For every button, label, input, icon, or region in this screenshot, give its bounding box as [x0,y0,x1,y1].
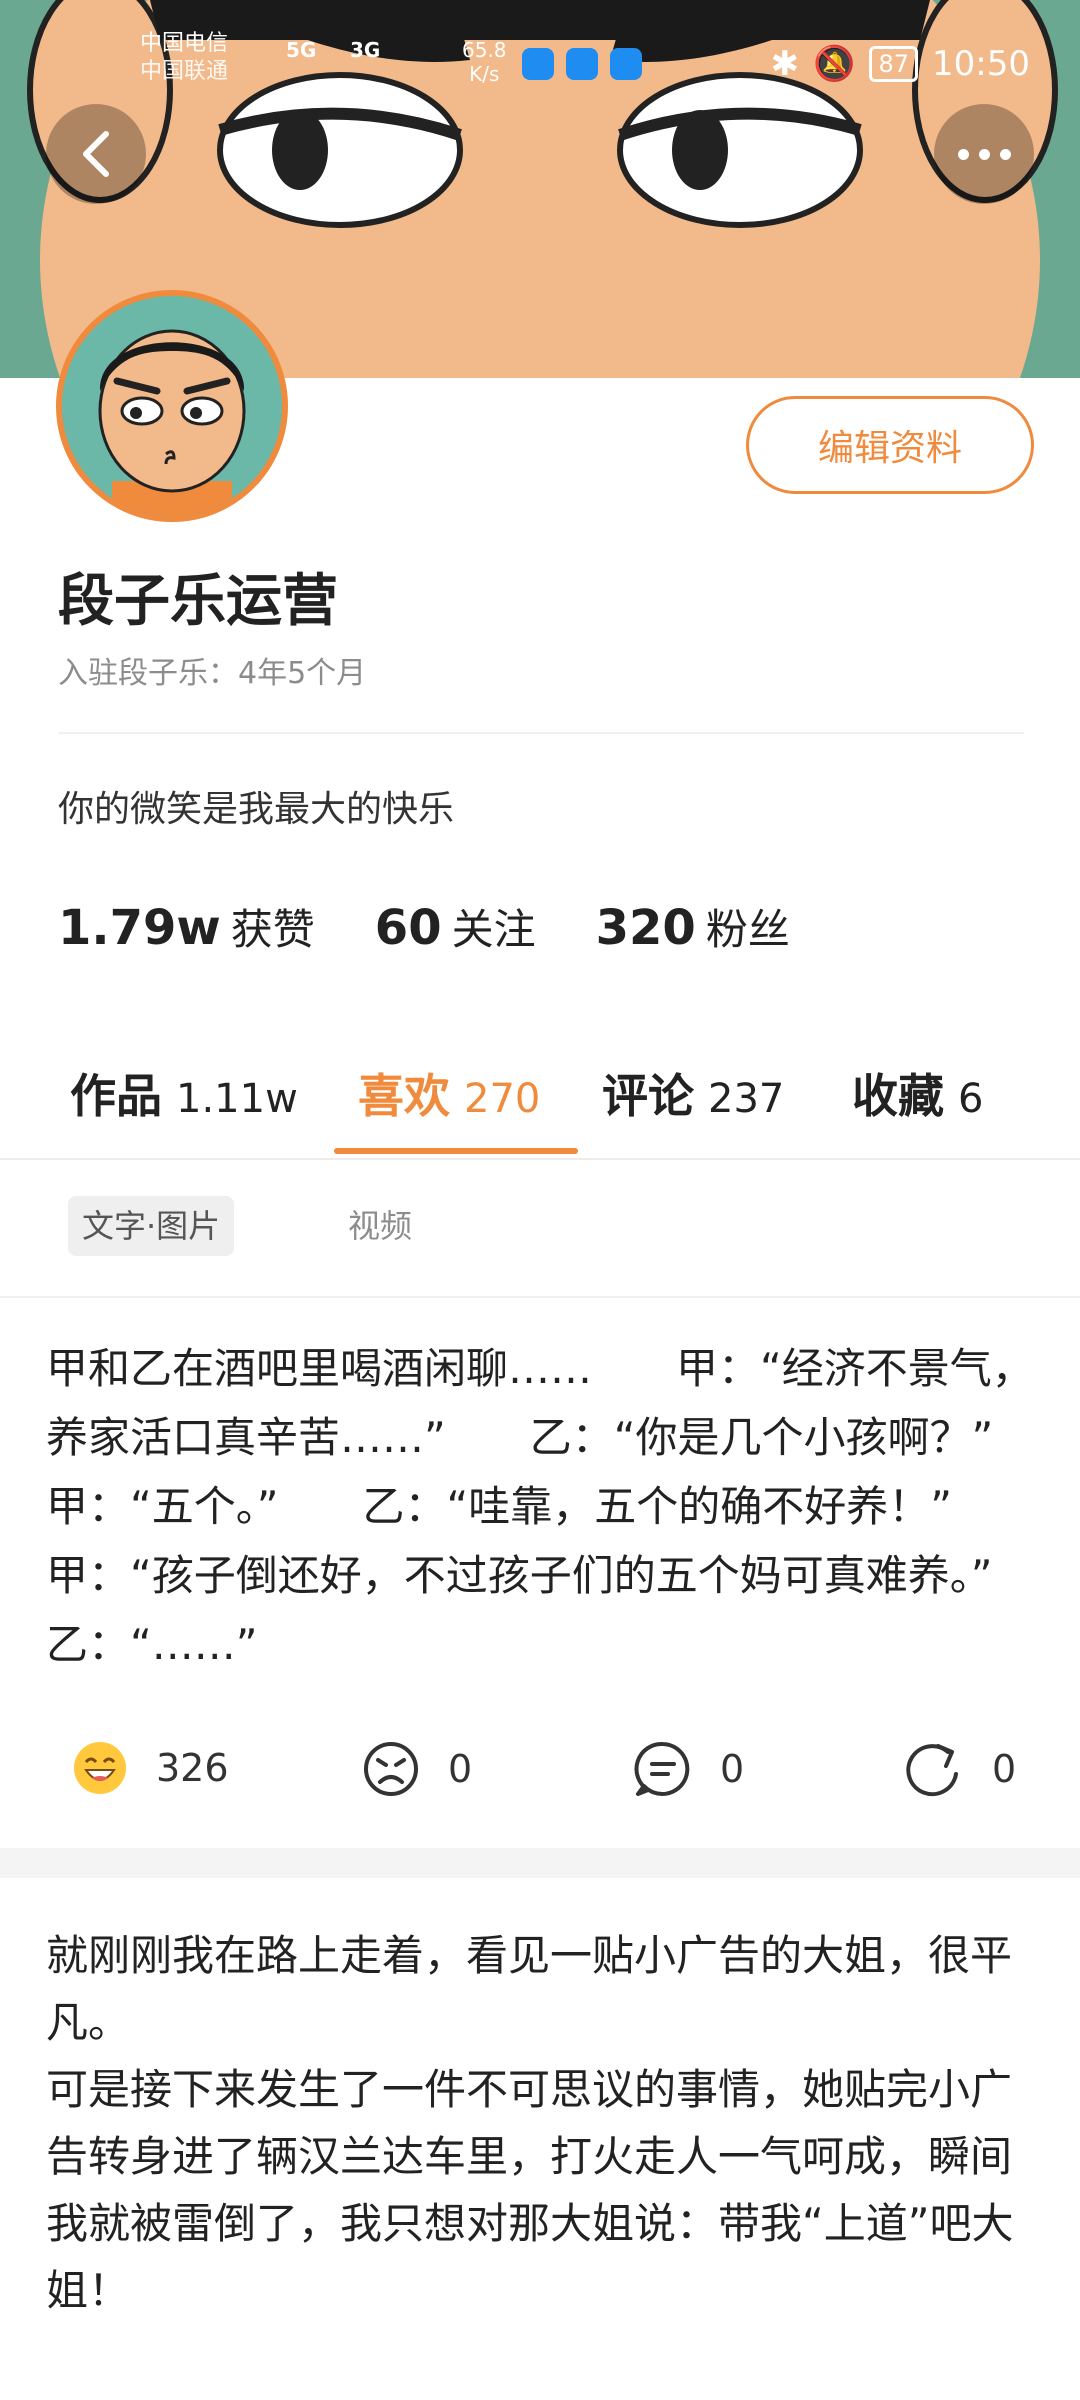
stat-followers-count: 320 [595,900,696,956]
stat-followers-label: 粉丝 [705,905,790,954]
share-action[interactable]: 0 [904,1740,1016,1798]
content-tabs: 作品 1.11w 喜欢 270 评论 237 收藏 6 [0,1030,1080,1160]
tab-works-count: 1.11w [176,1076,298,1122]
post-text[interactable]: 就刚刚我在路上走着，看见一贴小广告的大姐，很平凡。 可是接下来发生了一件不可思议… [46,1922,1036,2324]
tab-comments-label: 评论 [602,1069,694,1123]
status-time: 10:50 [932,44,1030,84]
share-count: 0 [992,1747,1017,1791]
filter-video[interactable]: 视频 [334,1196,426,1256]
filter-text-image[interactable]: 文字·图片 [68,1196,235,1256]
tab-works[interactable]: 作品 1.11w [70,1060,298,1126]
bulb-app-icon [610,48,642,80]
tab-comments[interactable]: 评论 237 [602,1060,784,1126]
stat-following-count: 60 [374,900,442,956]
carrier-info: 中国电信 中国联通 [140,30,228,86]
divider [58,732,1024,734]
profile-name: 段子乐运营 [58,569,338,634]
profile-stats: 1.79w 获赞 60 关注 320 粉丝 [58,896,790,957]
back-button[interactable] [46,104,146,204]
laugh-emoji-icon [74,1742,126,1794]
chevron-left-icon [83,131,109,177]
tab-likes-label: 喜欢 [358,1069,450,1123]
stat-following-label: 关注 [451,905,536,954]
stat-likes[interactable]: 1.79w 获赞 [58,896,315,957]
tab-likes[interactable]: 喜欢 270 [358,1060,540,1126]
avatar[interactable] [56,290,288,522]
search-app-icon [522,48,554,80]
comment-bubble-icon [634,1741,690,1796]
avatar-cartoon-icon [62,296,282,516]
net-speed-value: 65.8 [462,38,507,62]
profile-bio: 你的微笑是我最大的快乐 [58,789,455,830]
stat-likes-label: 获赞 [230,905,315,954]
battery-indicator: 87 [869,46,919,82]
tab-comments-count: 237 [708,1076,785,1122]
education-app-icon [566,48,598,80]
join-duration: 入驻段子乐：4年5个月 [58,656,367,691]
tab-works-label: 作品 [70,1069,162,1123]
like-count: 326 [156,1746,229,1790]
net-speed: 65.8 K/s [462,38,507,86]
like-action[interactable]: 326 [72,1740,229,1796]
post-actions: 326 0 0 0 [0,1740,1080,1824]
carrier-primary: 中国电信 [140,31,229,56]
edit-profile-button[interactable]: 编辑资料 [746,396,1034,494]
active-tab-indicator [334,1148,578,1154]
dislike-action[interactable]: 0 [362,1740,472,1798]
dislike-count: 0 [448,1747,473,1791]
network-5g-label: 5G [286,38,317,62]
comment-count: 0 [720,1747,745,1791]
stat-following[interactable]: 60 关注 [375,896,536,957]
more-dots-icon [957,148,1011,160]
share-icon [906,1744,958,1797]
net-speed-unit: K/s [469,62,500,86]
status-right: ✱ 🔕 87 10:50 [771,44,1030,84]
carrier-secondary: 中国联通 [140,59,229,84]
comment-action[interactable]: 0 [634,1740,744,1798]
status-bar: 中国电信 中国联通 5G 3G 65.8 K/s ✱ 🔕 87 10:50 [0,0,1080,130]
stat-followers[interactable]: 320 粉丝 [596,896,790,957]
more-button[interactable] [934,104,1034,204]
stat-likes-count: 1.79w [58,900,221,956]
post-text[interactable]: 甲和乙在酒吧里喝酒闲聊…… 甲：“经济不景气，养家活口真辛苦……” 乙：“你是几… [46,1334,1036,1679]
content-filter-bar: 文字·图片 视频 [0,1160,1080,1298]
angry-face-icon [364,1742,418,1796]
tab-favorites-count: 6 [958,1076,984,1122]
mute-bell-icon: 🔕 [813,44,856,84]
tab-likes-count: 270 [464,1076,541,1122]
network-3g-label: 3G [350,38,381,62]
post-separator [0,1848,1080,1878]
bluetooth-icon: ✱ [770,44,800,84]
tab-favorites-label: 收藏 [852,1069,944,1123]
tab-favorites[interactable]: 收藏 6 [852,1060,983,1126]
